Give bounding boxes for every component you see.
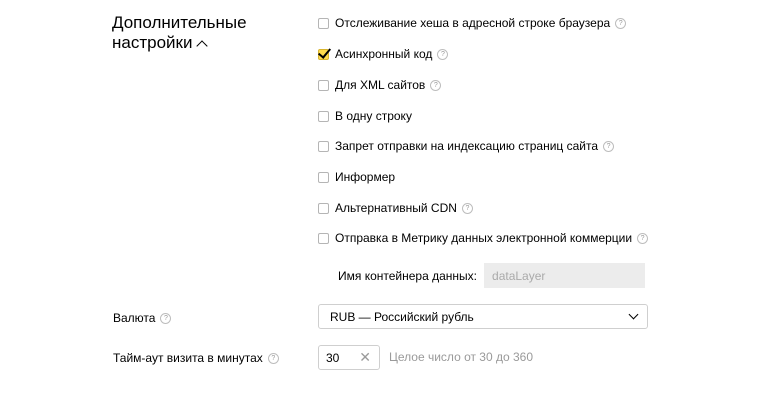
currency-select[interactable]: RUB — Российский рубль [318, 304, 648, 329]
timeout-label: Тайм-аут визита в минутах [113, 351, 263, 365]
checkbox[interactable] [318, 140, 329, 152]
option-ecommerce[interactable]: Отправка в Метрику данных электронной ко… [318, 229, 649, 247]
checkbox[interactable] [318, 202, 329, 214]
timeout-label-row: Тайм-аут визита в минутах ? [113, 351, 279, 365]
help-icon[interactable]: ? [603, 140, 615, 152]
section-title-line2: настройки [112, 33, 193, 52]
option-async-code[interactable]: Асинхронный код ? [318, 45, 449, 63]
container-name-row: Имя контейнера данных: dataLayer [338, 263, 646, 288]
option-label: Информер [335, 170, 396, 184]
checkbox[interactable] [318, 79, 329, 91]
option-xml-sites[interactable]: Для XML сайтов ? [318, 76, 442, 94]
option-label: Альтернативный CDN [335, 201, 457, 215]
help-icon[interactable]: ? [461, 202, 473, 214]
container-name-label: Имя контейнера данных: [338, 268, 478, 283]
timeout-input[interactable]: 30 ✕ [318, 345, 380, 370]
timeout-hint: Целое число от 30 до 360 [389, 350, 534, 364]
option-no-indexing[interactable]: Запрет отправки на индексацию страниц са… [318, 137, 615, 155]
currency-label-row: Валюта ? [113, 311, 172, 325]
section-title[interactable]: Дополнительные настройки [112, 13, 247, 53]
chevron-down-icon [628, 309, 639, 320]
option-one-line[interactable]: В одну строку [318, 107, 412, 125]
option-label: В одну строку [335, 109, 412, 123]
option-label: Отслеживание хеша в адресной строке брау… [335, 16, 611, 30]
currency-value: RUB — Российский рубль [330, 309, 474, 324]
help-icon[interactable]: ? [430, 79, 442, 91]
checkbox[interactable] [318, 110, 329, 122]
option-label: Для XML сайтов [335, 78, 426, 92]
help-icon[interactable]: ? [637, 232, 649, 244]
checkbox-checked[interactable] [318, 48, 329, 60]
container-name-input[interactable]: dataLayer [484, 263, 646, 288]
option-alt-cdn[interactable]: Альтернативный CDN ? [318, 199, 473, 217]
option-informer[interactable]: Информер [318, 168, 395, 186]
clear-icon[interactable]: ✕ [359, 350, 371, 364]
chevron-up-icon[interactable] [196, 40, 209, 52]
checkbox[interactable] [318, 171, 329, 183]
option-label: Запрет отправки на индексацию страниц са… [335, 139, 599, 153]
option-label: Отправка в Метрику данных электронной ко… [335, 231, 633, 245]
checkbox[interactable] [318, 232, 329, 244]
help-icon[interactable]: ? [437, 48, 449, 60]
checkbox[interactable] [318, 17, 329, 29]
help-icon[interactable]: ? [615, 17, 627, 29]
section-title-line1: Дополнительные [112, 13, 247, 32]
option-hash-tracking[interactable]: Отслеживание хеша в адресной строке брау… [318, 14, 627, 32]
option-label: Асинхронный код [335, 47, 433, 61]
currency-label: Валюта [113, 311, 156, 325]
timeout-value: 30 [326, 350, 340, 365]
help-icon[interactable]: ? [267, 352, 279, 364]
help-icon[interactable]: ? [160, 312, 172, 324]
